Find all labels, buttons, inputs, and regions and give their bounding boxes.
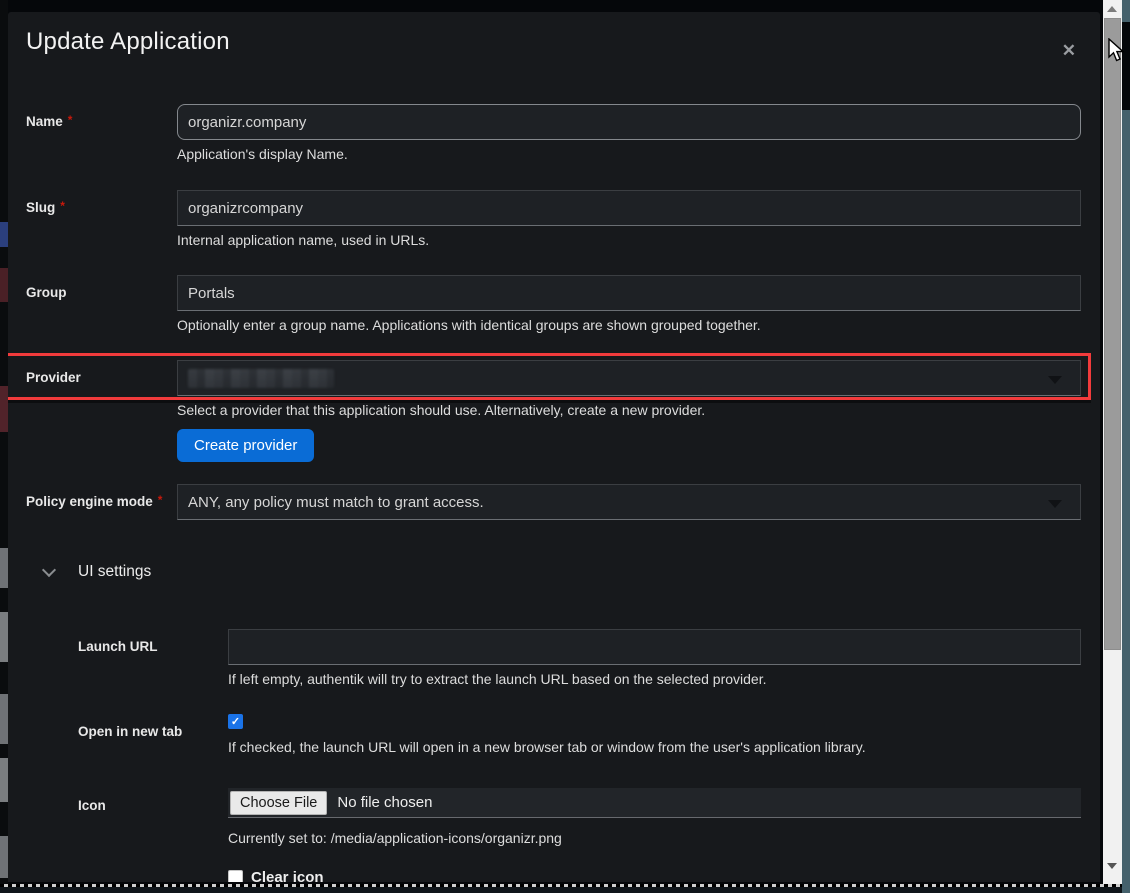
clear-icon-checkbox[interactable]	[228, 870, 243, 882]
background-fragment	[0, 612, 8, 662]
launch-url-help: If left empty, authentik will try to ext…	[228, 669, 1081, 690]
form-row-launch-url: Launch URL If left empty, authentik will…	[8, 629, 1100, 690]
chevron-down-icon	[1048, 376, 1062, 384]
background-page-strip	[0, 0, 8, 893]
required-marker: *	[60, 199, 65, 213]
create-provider-button[interactable]: Create provider	[177, 429, 314, 462]
update-application-form: Name * Application's display Name. Slug * …	[8, 58, 1100, 882]
background-fragment	[0, 694, 8, 744]
open-in-new-tab-label: Open in new tab	[78, 724, 182, 739]
icon-help: Currently set to: /media/application-ico…	[228, 828, 1081, 849]
required-marker: *	[158, 493, 163, 507]
update-application-modal: Update Application ✕ Name * Application's…	[8, 12, 1100, 882]
background-fragment	[0, 268, 8, 302]
chevron-down-icon	[1048, 500, 1062, 508]
background-fragment	[0, 222, 8, 247]
slug-help: Internal application name, used in URLs.	[177, 230, 1081, 251]
provider-label: Provider	[26, 370, 81, 385]
close-icon[interactable]: ✕	[1062, 42, 1076, 59]
scrollbar[interactable]	[1103, 0, 1122, 893]
required-marker: *	[68, 113, 73, 127]
provider-select[interactable]	[177, 360, 1081, 396]
open-in-new-tab-checkbox[interactable]: ✓	[228, 714, 243, 729]
scrollbar-down-arrow-icon[interactable]	[1107, 863, 1117, 869]
form-row-slug: Slug * Internal application name, used in…	[8, 190, 1100, 251]
form-row-group: Group Optionally enter a group name. App…	[8, 275, 1100, 336]
open-in-new-tab-help: If checked, the launch URL will open in …	[228, 737, 1081, 758]
file-status-text: No file chosen	[337, 794, 432, 811]
background-fragment	[0, 836, 8, 878]
icon-file-input[interactable]: Choose File No file chosen	[228, 788, 1081, 818]
slug-label: Slug	[26, 200, 55, 215]
background-fragment	[0, 386, 8, 432]
desktop-edge-notch	[1122, 22, 1130, 110]
form-row-open-in-new-tab: Open in new tab ✓ If checked, the launch…	[8, 714, 1100, 758]
name-help: Application's display Name.	[177, 144, 1081, 165]
background-fragment	[0, 758, 8, 802]
scrollbar-up-arrow-icon[interactable]	[1107, 6, 1117, 12]
launch-url-label: Launch URL	[78, 639, 158, 654]
name-input[interactable]	[177, 104, 1081, 140]
form-row-policy-engine-mode: Policy engine mode * ANY, any policy must…	[8, 484, 1100, 520]
group-input[interactable]	[177, 275, 1081, 311]
desktop-edge-strip	[1122, 0, 1130, 893]
page-title: Update Application	[26, 28, 230, 55]
icon-label: Icon	[78, 798, 106, 813]
form-row-icon: Icon Choose File No file chosen Currentl…	[8, 788, 1100, 849]
screen: Update Application ✕ Name * Application's…	[0, 0, 1130, 893]
ui-settings-section-title: UI settings	[78, 563, 151, 581]
launch-url-input[interactable]	[228, 629, 1081, 665]
chevron-down-icon[interactable]	[42, 562, 56, 576]
policy-engine-mode-value: ANY, any policy must match to grant acce…	[188, 494, 484, 511]
policy-engine-mode-label: Policy engine mode	[26, 494, 153, 509]
choose-file-button[interactable]: Choose File	[230, 791, 327, 815]
group-label: Group	[26, 285, 67, 300]
form-row-name: Name * Application's display Name.	[8, 104, 1100, 165]
scrollbar-thumb[interactable]	[1104, 18, 1121, 650]
redacted-provider-value	[188, 369, 334, 388]
form-row-clear-icon: Clear icon	[8, 869, 1100, 882]
name-label: Name	[26, 114, 63, 129]
background-fragment	[0, 548, 8, 588]
form-row-provider: Provider Select a provider that this app…	[8, 360, 1100, 462]
slug-input[interactable]	[177, 190, 1081, 226]
modal-header: Update Application ✕	[8, 12, 1100, 58]
clear-icon-label: Clear icon	[251, 869, 324, 882]
provider-help: Select a provider that this application …	[177, 400, 1081, 421]
ui-settings-section-header[interactable]: UI settings	[44, 560, 1100, 584]
bottom-edge-fill	[0, 887, 1122, 893]
policy-engine-mode-select[interactable]: ANY, any policy must match to grant acce…	[177, 484, 1081, 520]
group-help: Optionally enter a group name. Applicati…	[177, 315, 1081, 336]
